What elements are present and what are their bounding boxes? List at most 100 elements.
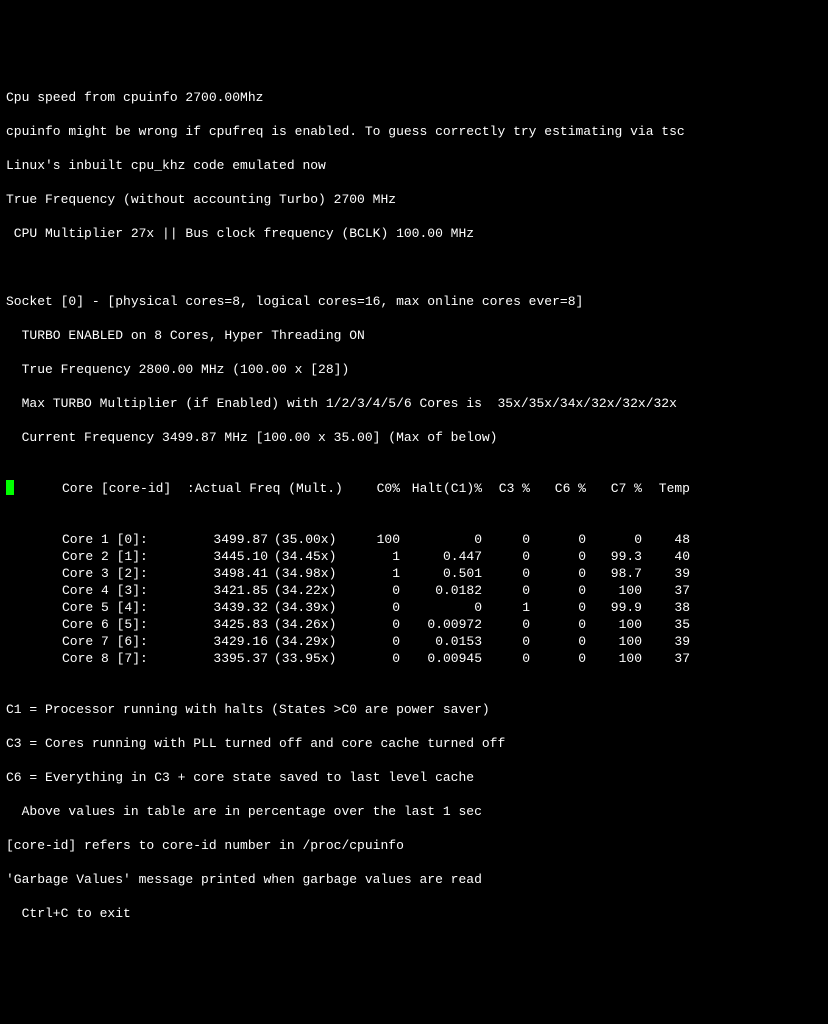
cell-c0: 0 bbox=[342, 650, 400, 667]
col-c3: C3 % bbox=[482, 480, 530, 497]
cell-c3: 0 bbox=[482, 650, 530, 667]
cell-freq: 3425.83 bbox=[182, 616, 268, 633]
table-row: Core 7 [6]:3429.16(34.29x)00.01530010039 bbox=[6, 633, 822, 650]
max-turbo-multiplier: Max TURBO Multiplier (if Enabled) with 1… bbox=[6, 395, 822, 412]
cell-mult: (35.00x) bbox=[268, 531, 342, 548]
col-c7: C7 % bbox=[586, 480, 642, 497]
cell-mult: (34.26x) bbox=[268, 616, 342, 633]
legend-garbage-note: 'Garbage Values' message printed when ga… bbox=[6, 871, 822, 888]
table-row: Core 8 [7]:3395.37(33.95x)00.00945001003… bbox=[6, 650, 822, 667]
cell-c3: 1 bbox=[482, 599, 530, 616]
cell-c0: 100 bbox=[342, 531, 400, 548]
cell-c7: 100 bbox=[586, 582, 642, 599]
cell-c7: 100 bbox=[586, 616, 642, 633]
col-c0: C0% bbox=[342, 480, 400, 497]
cell-freq: 3498.41 bbox=[182, 565, 268, 582]
true-frequency: True Frequency (without accounting Turbo… bbox=[6, 191, 822, 208]
cell-c6: 0 bbox=[530, 616, 586, 633]
cell-core: Core 8 [7]: bbox=[62, 650, 182, 667]
cell-halt: 0.0182 bbox=[400, 582, 482, 599]
cell-mult: (34.45x) bbox=[268, 548, 342, 565]
legend-c3: C3 = Cores running with PLL turned off a… bbox=[6, 735, 822, 752]
cell-core: Core 2 [1]: bbox=[62, 548, 182, 565]
cell-c6: 0 bbox=[530, 548, 586, 565]
cell-temp: 35 bbox=[642, 616, 690, 633]
cell-halt: 0.501 bbox=[400, 565, 482, 582]
cell-core: Core 6 [5]: bbox=[62, 616, 182, 633]
cell-c7: 0 bbox=[586, 531, 642, 548]
cell-c3: 0 bbox=[482, 582, 530, 599]
cell-mult: (34.22x) bbox=[268, 582, 342, 599]
cell-halt: 0 bbox=[400, 599, 482, 616]
cell-halt: 0 bbox=[400, 531, 482, 548]
cpu-khz-note: Linux's inbuilt cpu_khz code emulated no… bbox=[6, 157, 822, 174]
cell-temp: 38 bbox=[642, 599, 690, 616]
cell-c3: 0 bbox=[482, 531, 530, 548]
cell-c0: 0 bbox=[342, 616, 400, 633]
cell-freq: 3395.37 bbox=[182, 650, 268, 667]
cell-core: Core 5 [4]: bbox=[62, 599, 182, 616]
table-header-row: Core [core-id] :Actual Freq (Mult.)C0%Ha… bbox=[6, 480, 822, 497]
socket-summary: Socket [0] - [physical cores=8, logical … bbox=[6, 293, 822, 310]
col-temp: Temp bbox=[642, 480, 690, 497]
terminal-output: Cpu speed from cpuinfo 2700.00Mhz cpuinf… bbox=[6, 72, 822, 939]
cell-c0: 1 bbox=[342, 548, 400, 565]
cell-mult: (34.29x) bbox=[268, 633, 342, 650]
cursor-icon bbox=[6, 480, 14, 495]
cell-mult: (34.98x) bbox=[268, 565, 342, 582]
cell-temp: 39 bbox=[642, 633, 690, 650]
table-row: Core 2 [1]:3445.10(34.45x)10.4470099.340 bbox=[6, 548, 822, 565]
cell-mult: (33.95x) bbox=[268, 650, 342, 667]
cell-mult: (34.39x) bbox=[268, 599, 342, 616]
table-row: Core 6 [5]:3425.83(34.26x)00.00972001003… bbox=[6, 616, 822, 633]
cell-c7: 99.3 bbox=[586, 548, 642, 565]
cell-c6: 0 bbox=[530, 633, 586, 650]
cell-temp: 37 bbox=[642, 650, 690, 667]
cell-temp: 40 bbox=[642, 548, 690, 565]
cell-freq: 3439.32 bbox=[182, 599, 268, 616]
table-row: Core 1 [0]:3499.87(35.00x)100000048 bbox=[6, 531, 822, 548]
cell-c7: 98.7 bbox=[586, 565, 642, 582]
cell-freq: 3429.16 bbox=[182, 633, 268, 650]
col-halt: Halt(C1)% bbox=[400, 480, 482, 497]
cell-c0: 0 bbox=[342, 582, 400, 599]
cell-c6: 0 bbox=[530, 599, 586, 616]
cell-c3: 0 bbox=[482, 548, 530, 565]
cell-halt: 0.447 bbox=[400, 548, 482, 565]
table-row: Core 3 [2]:3498.41(34.98x)10.5010098.739 bbox=[6, 565, 822, 582]
cell-freq: 3445.10 bbox=[182, 548, 268, 565]
cell-core: Core 3 [2]: bbox=[62, 565, 182, 582]
cpuinfo-warning: cpuinfo might be wrong if cpufreq is ena… bbox=[6, 123, 822, 140]
legend-coreid-note: [core-id] refers to core-id number in /p… bbox=[6, 837, 822, 854]
cell-core: Core 7 [6]: bbox=[62, 633, 182, 650]
cell-freq: 3499.87 bbox=[182, 531, 268, 548]
current-frequency: Current Frequency 3499.87 MHz [100.00 x … bbox=[6, 429, 822, 446]
cell-c3: 0 bbox=[482, 565, 530, 582]
cell-c6: 0 bbox=[530, 565, 586, 582]
col-core: Core [core-id] :Actual Freq (Mult.) bbox=[62, 480, 342, 497]
legend-c1: C1 = Processor running with halts (State… bbox=[6, 701, 822, 718]
table-row: Core 4 [3]:3421.85(34.22x)00.01820010037 bbox=[6, 582, 822, 599]
cell-core: Core 4 [3]: bbox=[62, 582, 182, 599]
col-c6: C6 % bbox=[530, 480, 586, 497]
exit-hint: Ctrl+C to exit bbox=[6, 905, 822, 922]
cell-c7: 100 bbox=[586, 633, 642, 650]
cell-c0: 0 bbox=[342, 633, 400, 650]
socket-true-frequency: True Frequency 2800.00 MHz (100.00 x [28… bbox=[6, 361, 822, 378]
cell-c7: 99.9 bbox=[586, 599, 642, 616]
cell-freq: 3421.85 bbox=[182, 582, 268, 599]
turbo-status: TURBO ENABLED on 8 Cores, Hyper Threadin… bbox=[6, 327, 822, 344]
cpu-multiplier-bclk: CPU Multiplier 27x || Bus clock frequenc… bbox=[6, 225, 822, 242]
cell-c3: 0 bbox=[482, 616, 530, 633]
cell-temp: 48 bbox=[642, 531, 690, 548]
cell-c0: 1 bbox=[342, 565, 400, 582]
blank-line bbox=[6, 259, 822, 276]
cell-c6: 0 bbox=[530, 582, 586, 599]
cell-temp: 39 bbox=[642, 565, 690, 582]
legend-percentage-note: Above values in table are in percentage … bbox=[6, 803, 822, 820]
cell-c7: 100 bbox=[586, 650, 642, 667]
cpuinfo-speed: Cpu speed from cpuinfo 2700.00Mhz bbox=[6, 89, 822, 106]
cell-c6: 0 bbox=[530, 531, 586, 548]
table-body: Core 1 [0]:3499.87(35.00x)100000048 Core… bbox=[6, 531, 822, 667]
cell-c6: 0 bbox=[530, 650, 586, 667]
